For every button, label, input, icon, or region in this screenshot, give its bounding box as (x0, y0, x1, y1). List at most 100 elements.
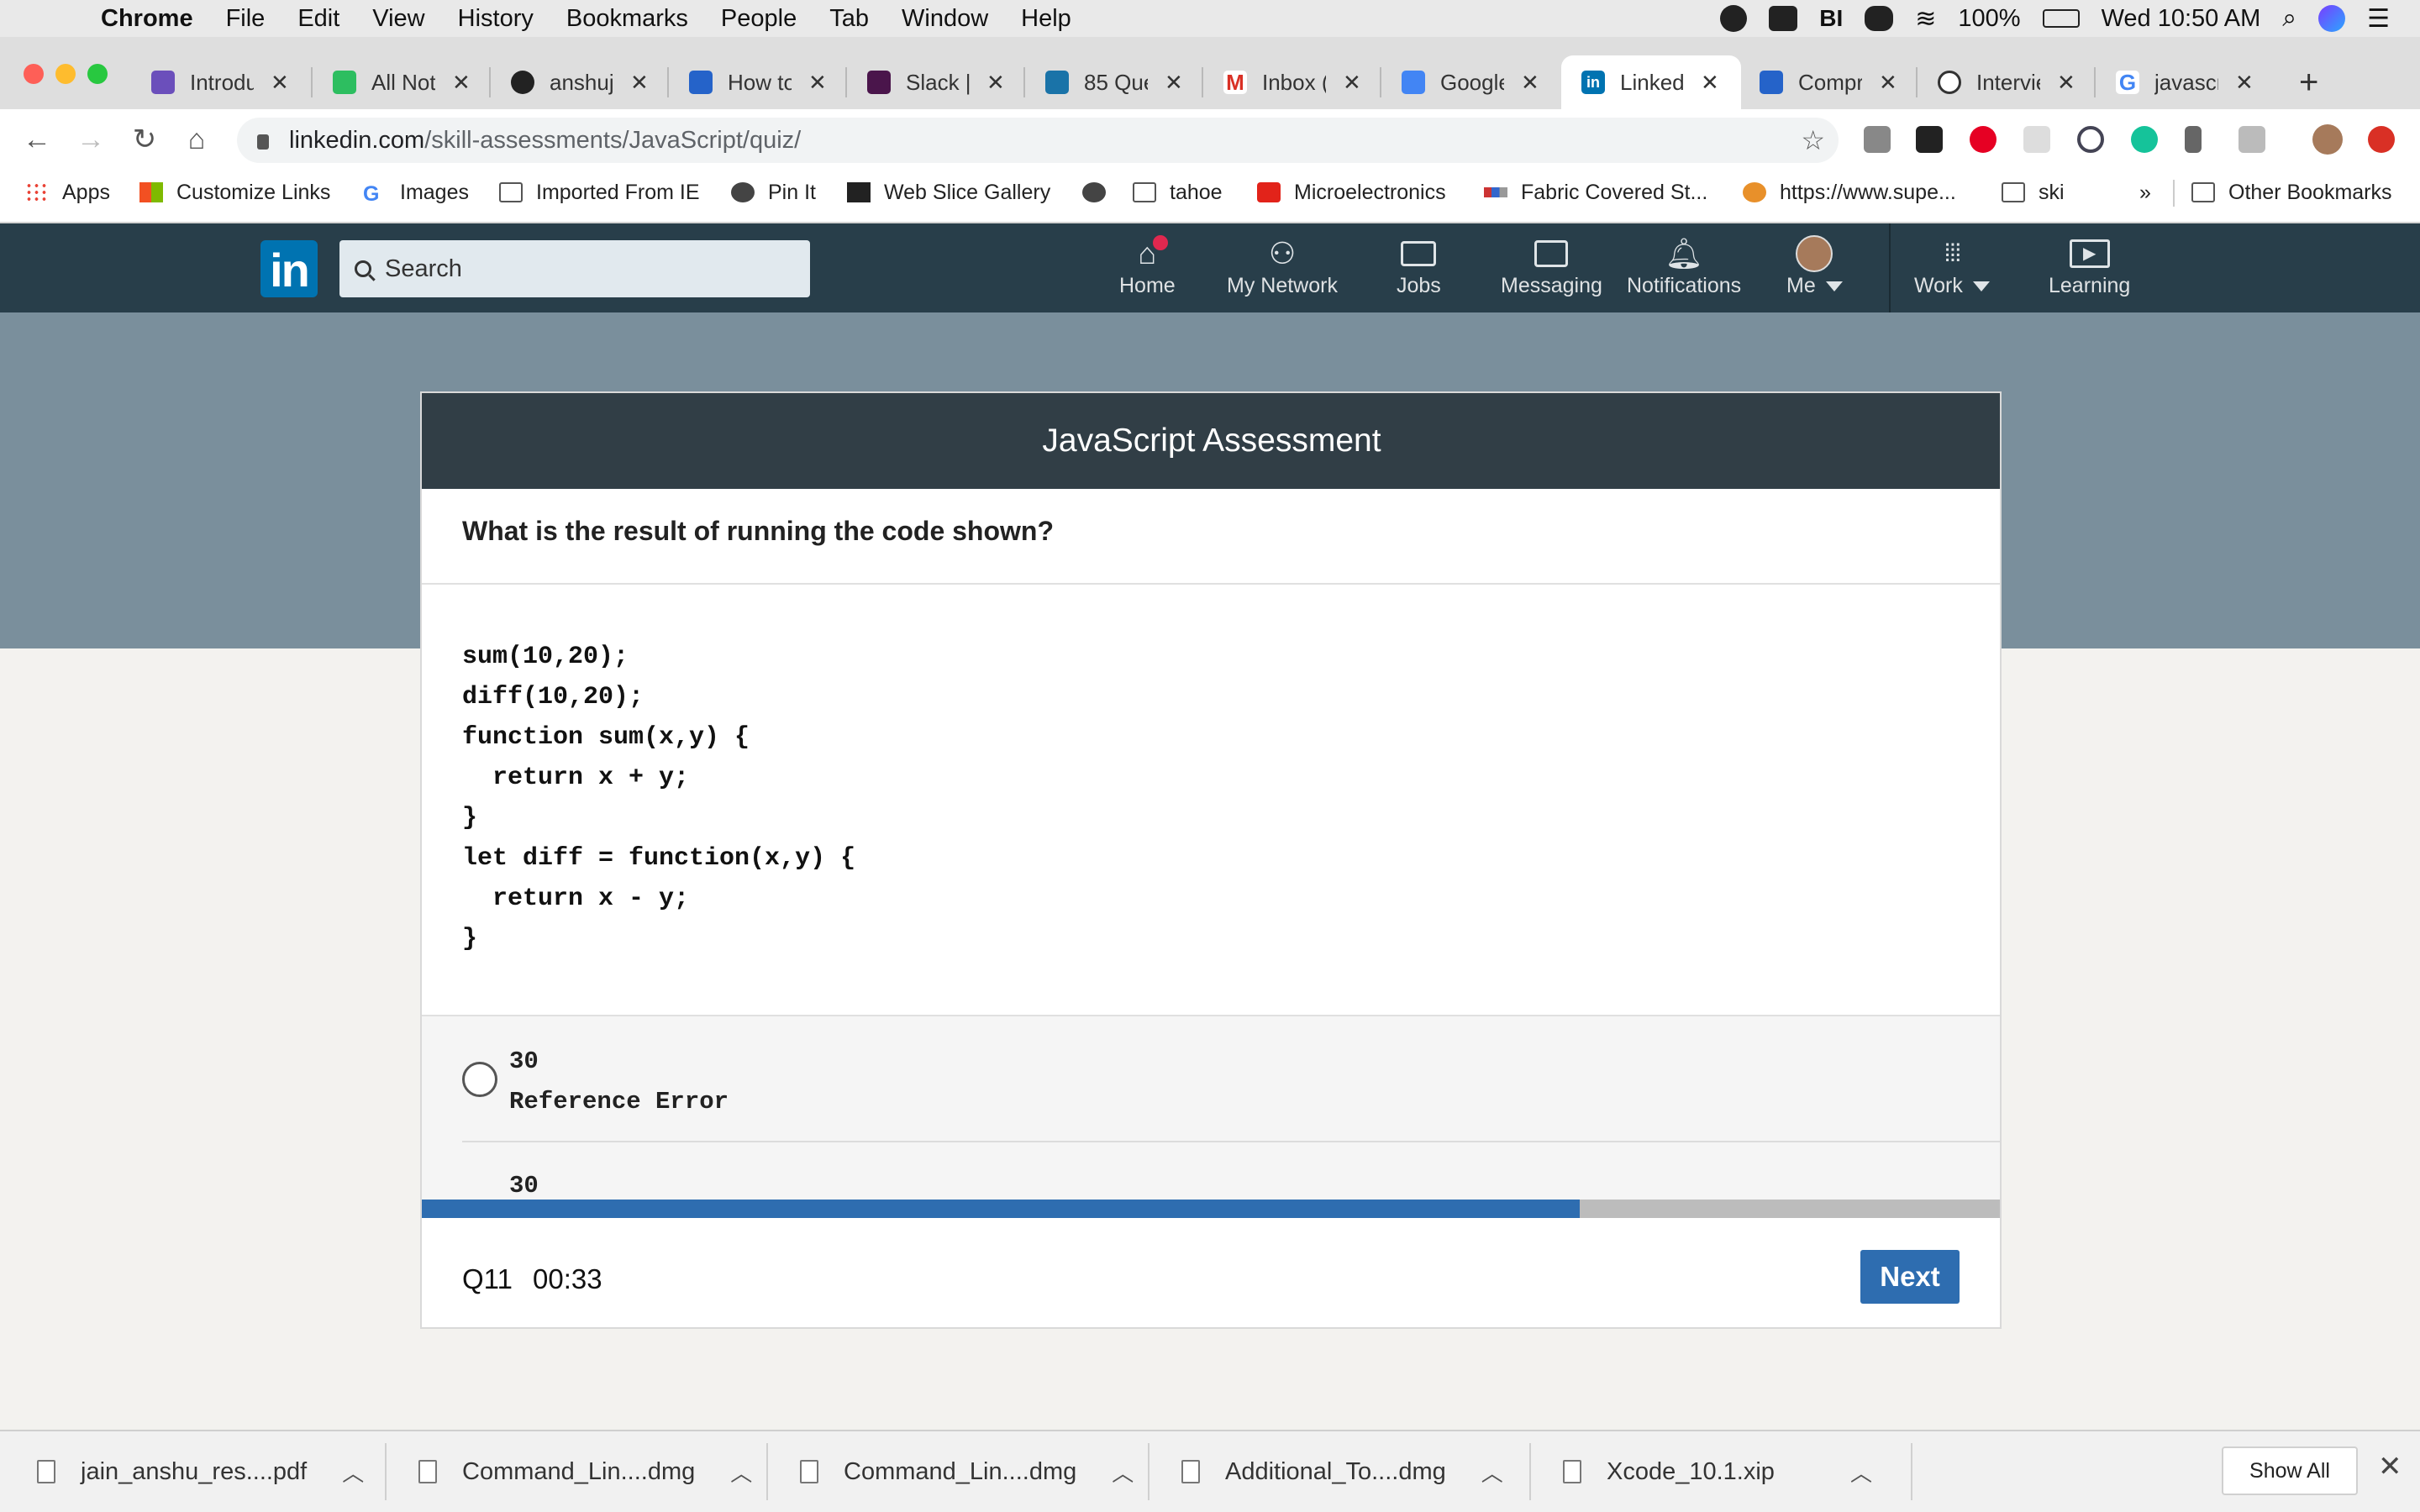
menu-tab[interactable]: Tab (829, 5, 869, 33)
minimize-window-button[interactable] (55, 64, 76, 84)
nav-learning[interactable]: ▶ Learning (2049, 235, 2130, 306)
close-tab-icon[interactable]: ✕ (1165, 70, 1183, 96)
nav-work[interactable]: ⁞⁞⁞ Work (1914, 235, 1990, 306)
bookmark-tahoe[interactable]: tahoe (1133, 170, 1223, 215)
menu-view[interactable]: View (372, 5, 424, 33)
tab-linkedin[interactable]: in Linkedl ✕ (1561, 55, 1741, 109)
radio-button[interactable] (462, 1062, 497, 1097)
download-item[interactable]: Additional_To....dmg ︿ (1181, 1431, 1503, 1512)
tab-inbox[interactable]: M Inbox ( ✕ (1223, 55, 1361, 109)
linkedin-logo[interactable]: in (260, 240, 318, 297)
clock[interactable]: Wed 10:50 AM (2102, 5, 2261, 33)
siri-icon[interactable] (2318, 5, 2346, 32)
close-icon[interactable]: ✕ (2378, 1450, 2402, 1483)
menu-history[interactable]: History (458, 5, 534, 33)
close-tab-icon[interactable]: ✕ (452, 70, 471, 96)
bookmark-imported-from-ie[interactable]: Imported From IE (499, 170, 700, 215)
tab-google-calendar[interactable]: Google ✕ (1402, 55, 1539, 109)
docker-icon[interactable] (1769, 6, 1798, 31)
nav-my-network[interactable]: ⚇ My Network (1227, 235, 1338, 306)
tab-introduction[interactable]: Introdu ✕ (151, 55, 289, 109)
home-icon[interactable]: ⌂ (176, 119, 217, 160)
close-tab-icon[interactable]: ✕ (2057, 70, 2075, 96)
buffer-icon[interactable] (1916, 126, 1943, 153)
status-check-icon[interactable] (1720, 5, 1748, 32)
download-item[interactable]: Xcode_10.1.xip ︿ (1563, 1431, 1872, 1512)
tab-how-to[interactable]: How to ✕ (689, 55, 827, 109)
nav-home[interactable]: ⌂ Home (1119, 234, 1176, 306)
back-arrow-icon[interactable]: ← (17, 119, 57, 160)
profile-avatar[interactable] (2312, 124, 2343, 155)
menu-people[interactable]: People (721, 5, 797, 33)
evernote-elephant-icon[interactable] (1865, 6, 1894, 31)
address-bar[interactable]: linkedin.com/skill-assessments/JavaScrip… (237, 118, 1839, 163)
reload-icon[interactable]: ↻ (124, 119, 165, 160)
tab-all-notes[interactable]: All Note ✕ (333, 55, 471, 109)
nav-notifications[interactable]: 🔔︎ Notifications (1627, 235, 1741, 306)
download-item[interactable]: Command_Lin....dmg ︿ (800, 1431, 1134, 1512)
next-button[interactable]: Next (1860, 1250, 1960, 1304)
bi-icon[interactable]: BI (1819, 5, 1843, 32)
menu-file[interactable]: File (226, 5, 266, 33)
menu-help[interactable]: Help (1021, 5, 1071, 33)
menu-bookmarks[interactable]: Bookmarks (566, 5, 688, 33)
bookmark-fabric-covered[interactable]: Fabric Covered St... (1484, 170, 1707, 215)
tab-slack[interactable]: Slack | ✕ (867, 55, 1005, 109)
bookmark-apps[interactable]: Apps (25, 170, 110, 215)
bookmark-images[interactable]: G Images (363, 170, 469, 215)
linkedin-search-box[interactable] (339, 240, 810, 297)
grammarly-icon[interactable] (2131, 126, 2158, 153)
download-item[interactable]: jain_anshu_res....pdf ︿ (37, 1431, 364, 1512)
nav-messaging[interactable]: Messaging (1501, 235, 1602, 306)
tab-github[interactable]: anshuj1 ✕ (511, 55, 649, 109)
close-tab-icon[interactable]: ✕ (1521, 70, 1539, 96)
bookmark-super[interactable]: https://www.supe... (1743, 170, 1956, 215)
close-tab-icon[interactable]: ✕ (986, 70, 1005, 96)
tab-interview[interactable]: Intervie ✕ (1938, 55, 2075, 109)
nav-jobs[interactable]: Jobs (1397, 235, 1441, 306)
close-tab-icon[interactable]: ✕ (1343, 70, 1361, 96)
search-input[interactable] (385, 255, 788, 283)
wifi-icon[interactable]: ≋ (1915, 4, 1936, 34)
pinterest-icon[interactable] (1970, 126, 1996, 153)
new-tab-plus-icon[interactable]: + (2299, 55, 2318, 109)
update-alert-icon[interactable] (2368, 126, 2395, 153)
menu-app-name[interactable]: Chrome (101, 5, 193, 33)
notification-center-icon[interactable]: ☰ (2367, 4, 2390, 34)
menu-edit[interactable]: Edit (297, 5, 339, 33)
close-tab-icon[interactable]: ✕ (271, 70, 289, 96)
chevron-up-icon[interactable]: ︿ (1481, 1457, 1503, 1488)
tab-javascript-search[interactable]: G javascr ✕ (2116, 55, 2254, 109)
chevron-up-icon[interactable]: ︿ (730, 1457, 752, 1488)
answer-option-1[interactable]: 30 Reference Error (462, 1042, 2000, 1122)
close-tab-icon[interactable]: ✕ (1879, 70, 1897, 96)
bookmark-other-bookmarks[interactable]: Other Bookmarks (2191, 170, 2392, 215)
bookmark-globe[interactable] (1082, 170, 1119, 215)
extension-icon-4[interactable] (2023, 126, 2050, 153)
bookmark-pin-it[interactable]: Pin It (731, 170, 816, 215)
spotlight-search-icon[interactable]: ⌕ (2282, 4, 2296, 33)
close-tab-icon[interactable]: ✕ (1701, 70, 1719, 96)
download-item[interactable]: Command_Lin....dmg ︿ (418, 1431, 752, 1512)
close-window-button[interactable] (24, 64, 44, 84)
bookmark-star-icon[interactable]: ☆ (1801, 124, 1825, 156)
close-tab-icon[interactable]: ✕ (2235, 70, 2254, 96)
battery-icon[interactable] (2042, 9, 2080, 28)
zoom-window-button[interactable] (87, 64, 108, 84)
chevron-up-icon[interactable]: ︿ (342, 1457, 364, 1488)
bookmark-ski[interactable]: ski (2002, 170, 2065, 215)
extension-icon-1[interactable] (1864, 126, 1891, 153)
tab-85-questions[interactable]: 85 Que ✕ (1045, 55, 1183, 109)
bookmark-web-slice-gallery[interactable]: Web Slice Gallery (847, 170, 1050, 215)
show-all-downloads-button[interactable]: Show All (2222, 1446, 2358, 1495)
menu-window[interactable]: Window (902, 5, 988, 33)
bookmark-customize-links[interactable]: Customize Links (139, 170, 330, 215)
extension-icon-8[interactable] (2238, 126, 2265, 153)
block-icon[interactable] (2077, 126, 2104, 153)
bookmarks-overflow-chevron[interactable]: » (2139, 170, 2151, 215)
chevron-up-icon[interactable]: ︿ (1850, 1457, 1872, 1488)
close-tab-icon[interactable]: ✕ (630, 70, 649, 96)
forward-arrow-icon[interactable]: → (71, 119, 111, 160)
chevron-up-icon[interactable]: ︿ (1112, 1457, 1134, 1488)
bookmark-microelectronics[interactable]: Microelectronics (1257, 170, 1446, 215)
